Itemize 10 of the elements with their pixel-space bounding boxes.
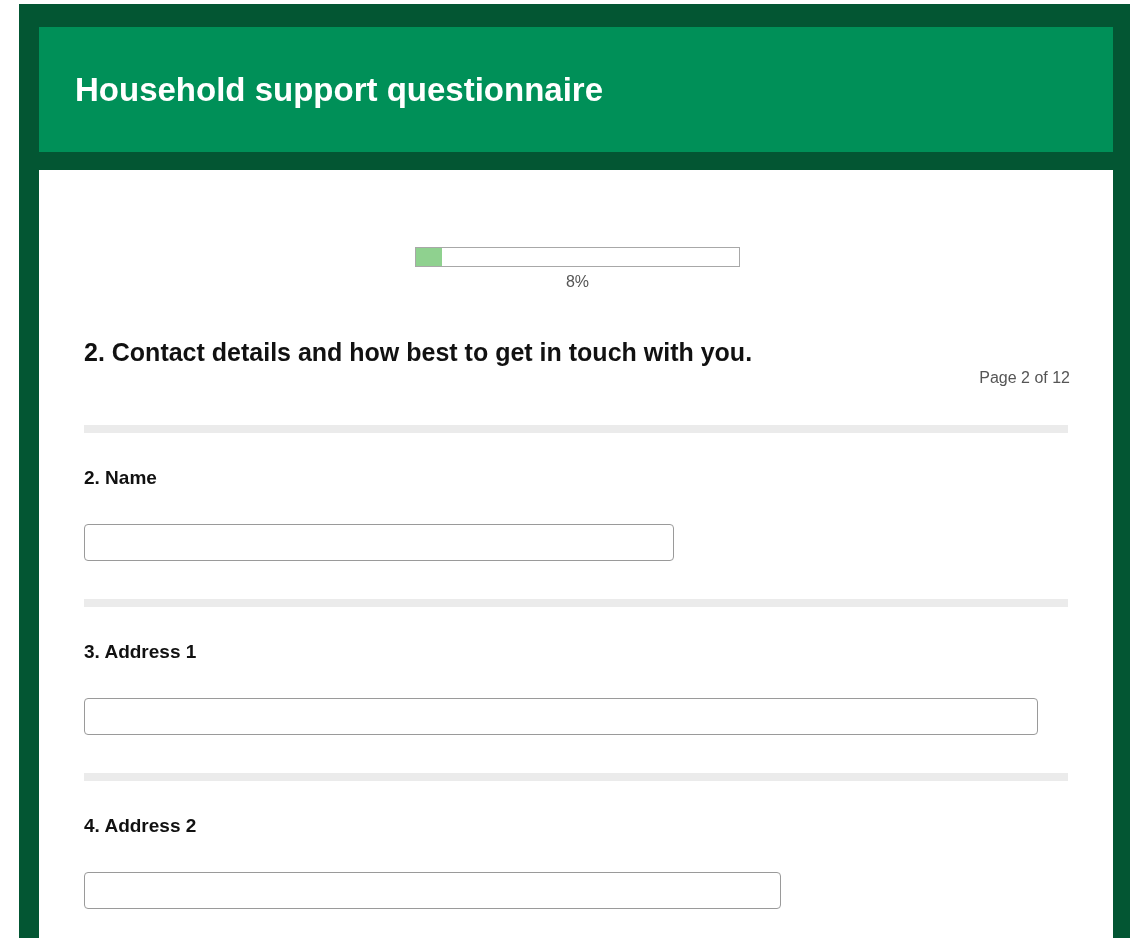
text-field[interactable] — [84, 872, 781, 909]
section-title: 2. Contact details and how best to get in touch with you. — [84, 338, 754, 367]
question-label: 2. Name — [84, 467, 158, 489]
text-field[interactable] — [84, 698, 1038, 735]
text-field[interactable] — [84, 524, 674, 561]
survey-title: Household support questionnaire — [75, 70, 604, 109]
question-label: 4. Address 2 — [84, 815, 198, 837]
progress-percent: 8% — [565, 273, 590, 291]
question-label: 3. Address 1 — [84, 641, 198, 663]
page-indicator: Page 2 of 12 — [979, 369, 1070, 387]
